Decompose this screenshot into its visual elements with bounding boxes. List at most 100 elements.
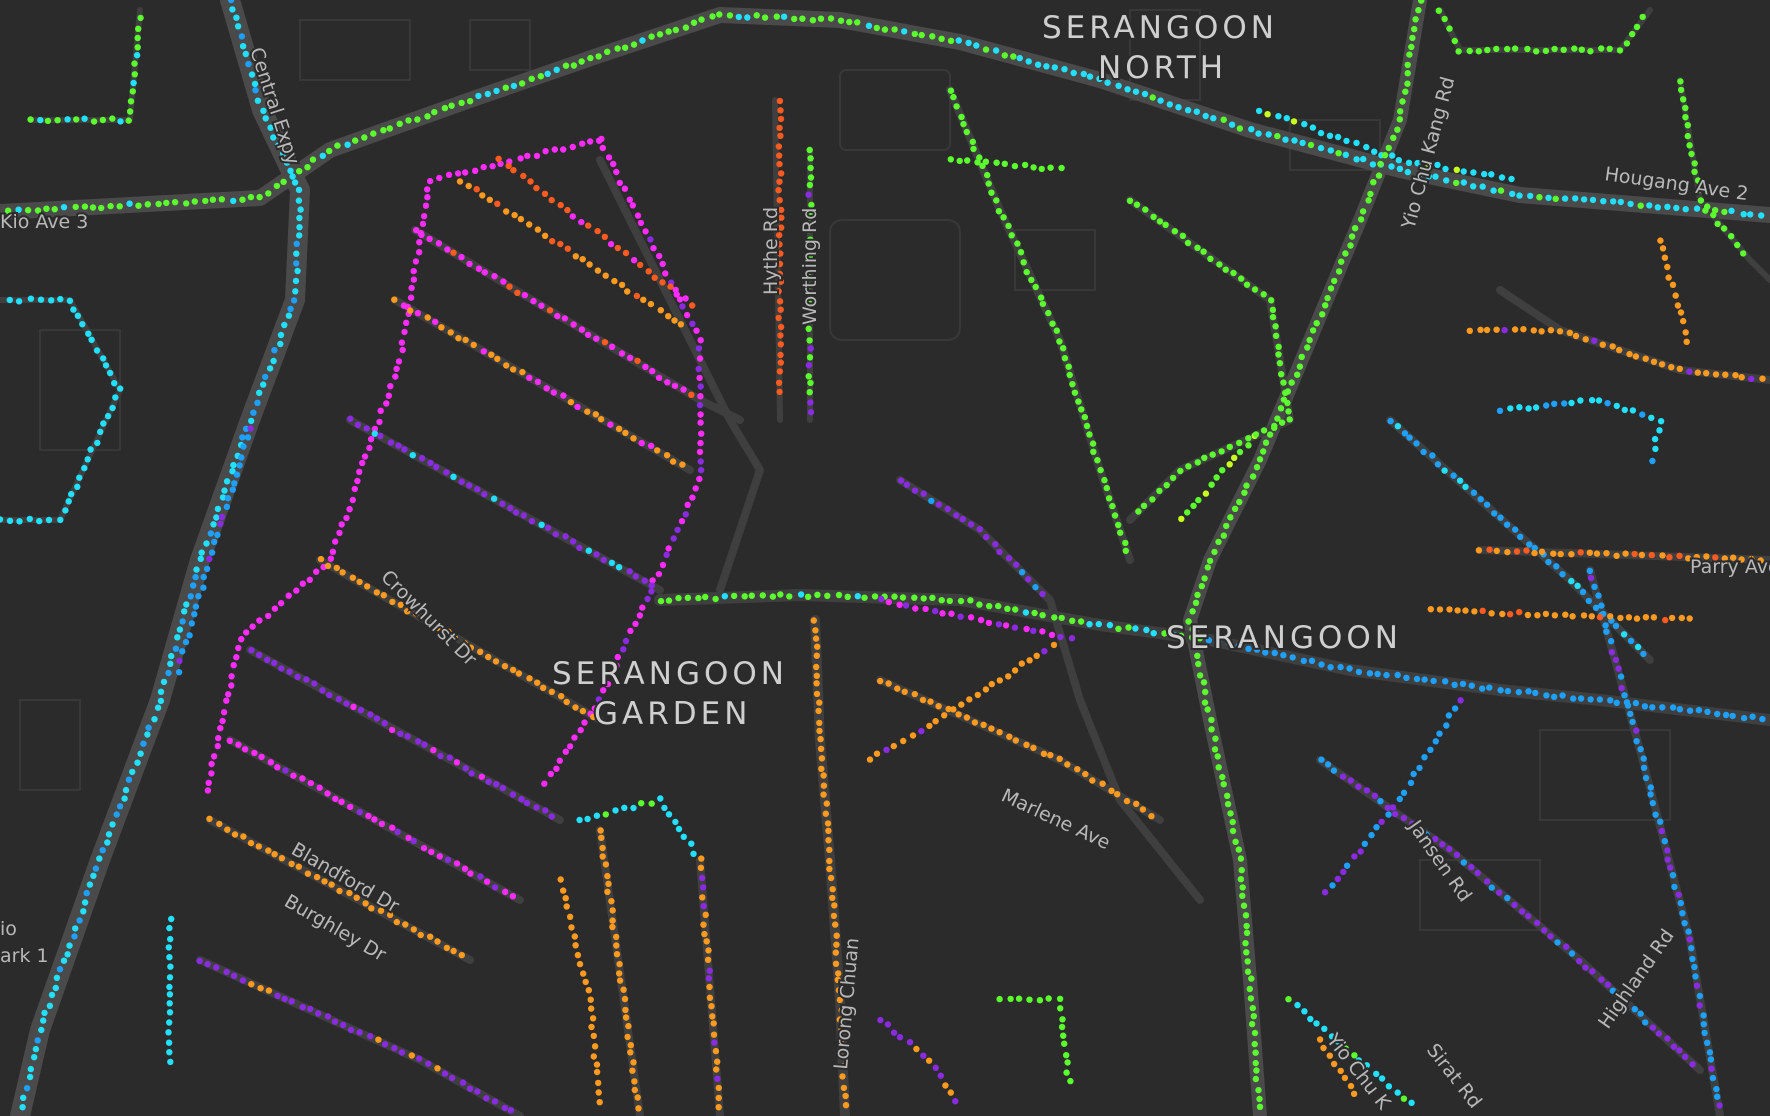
data-point [656, 252, 663, 260]
data-point [502, 84, 509, 91]
data-point [595, 1089, 602, 1096]
data-point [344, 141, 351, 148]
data-point [1627, 637, 1635, 645]
data-point [1427, 746, 1434, 753]
data-point [306, 576, 313, 583]
data-point [1508, 175, 1515, 183]
data-point [1554, 939, 1561, 946]
data-point [168, 652, 175, 660]
data-point [484, 90, 491, 98]
data-point [407, 307, 414, 314]
data-point [509, 666, 517, 674]
data-point [1368, 831, 1375, 839]
data-point [317, 555, 325, 563]
data-point [988, 725, 995, 732]
data-point [612, 807, 619, 814]
data-point [665, 811, 673, 818]
data-point [316, 784, 323, 791]
data-point [313, 568, 320, 575]
data-point [1359, 208, 1367, 215]
data-point [663, 551, 670, 558]
data-point [1389, 804, 1397, 811]
data-point [1370, 179, 1377, 186]
data-point [1470, 489, 1478, 496]
data-point [775, 187, 782, 194]
data-point [705, 975, 713, 982]
data-point [1066, 371, 1073, 379]
data-point [692, 485, 699, 492]
data-point [680, 833, 687, 840]
data-point [609, 923, 616, 931]
data-point [1442, 678, 1449, 685]
data-point [1327, 285, 1335, 292]
data-point [1682, 114, 1689, 121]
data-point [947, 1089, 954, 1096]
data-point [281, 321, 288, 329]
data-point [172, 645, 180, 652]
data-point [579, 140, 586, 147]
data-point [224, 826, 231, 833]
data-point [690, 850, 697, 857]
data-point [776, 160, 783, 168]
data-point [1676, 365, 1684, 372]
data-point [1610, 198, 1617, 205]
data-point [818, 765, 825, 772]
data-point [1453, 851, 1461, 858]
data-point [564, 245, 571, 252]
data-point [1416, 764, 1423, 772]
map-canvas[interactable]: SERANGOON NORTH SERANGOON SERANGOON GARD… [0, 0, 1770, 1116]
data-point [1385, 144, 1392, 152]
data-point [1313, 1020, 1320, 1027]
data-point [1294, 1001, 1301, 1009]
data-point [1017, 249, 1025, 256]
data-point [1545, 194, 1552, 201]
data-point [1082, 770, 1089, 778]
data-point [68, 490, 75, 498]
data-point [239, 43, 247, 50]
data-point [1609, 343, 1616, 350]
data-point [578, 326, 586, 333]
data-point [433, 463, 440, 471]
data-point [1413, 440, 1420, 447]
data-point [125, 117, 132, 124]
data-point [1649, 457, 1656, 465]
data-point [481, 269, 488, 276]
data-point [1631, 550, 1638, 558]
data-point [1532, 404, 1540, 411]
data-point [166, 983, 173, 991]
data-point [1631, 1006, 1639, 1013]
data-point [984, 171, 991, 179]
data-point [590, 1032, 597, 1040]
data-point [1404, 61, 1411, 69]
data-point [541, 232, 549, 239]
data-point [444, 246, 451, 253]
data-point [319, 152, 326, 159]
data-point [613, 168, 620, 176]
data-point [1670, 1043, 1678, 1050]
data-point [370, 130, 377, 137]
data-point [6, 517, 14, 524]
data-point [919, 696, 927, 704]
data-point [1486, 546, 1493, 553]
data-point [634, 212, 642, 219]
data-point [1603, 550, 1610, 557]
data-point [1122, 539, 1129, 547]
data-point [639, 37, 646, 44]
data-point [104, 412, 112, 420]
data-point [1103, 484, 1111, 492]
data-point [1531, 549, 1538, 557]
data-point [557, 201, 564, 209]
data-point [1347, 242, 1354, 249]
data-point [572, 704, 579, 711]
data-point [228, 673, 235, 680]
data-point [1275, 113, 1282, 120]
data-point [367, 436, 375, 443]
data-point [26, 1073, 34, 1081]
data-point [613, 933, 620, 941]
data-point [1676, 706, 1684, 713]
data-point [179, 618, 186, 625]
data-point [204, 787, 212, 794]
street-label-yio-chu-k: Yio Chu K [1321, 1029, 1395, 1114]
data-point [107, 202, 114, 210]
data-point [1525, 912, 1532, 920]
